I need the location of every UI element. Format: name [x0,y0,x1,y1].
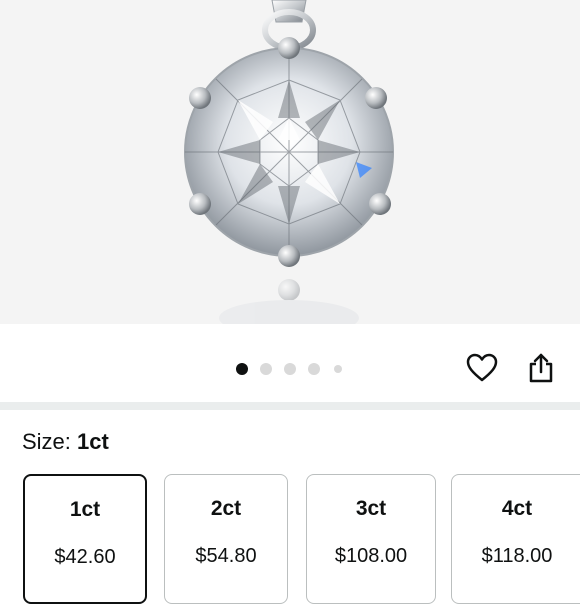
product-image[interactable] [0,0,580,324]
size-label-text: Size: [22,429,71,454]
size-option-2ct[interactable]: 2ct $54.80 [164,474,288,604]
pagination-dot-3[interactable] [284,363,296,375]
wishlist-button[interactable] [462,348,502,388]
section-divider [0,402,580,410]
pagination-dot-1[interactable] [236,363,248,375]
pagination-dot-4[interactable] [308,363,320,375]
share-button[interactable] [521,348,561,388]
selected-size-value: 1ct [77,429,109,454]
size-option-name: 3ct [355,497,387,520]
size-option-name: 2ct [210,497,242,520]
size-option-1ct[interactable]: 1ct $42.60 [23,474,147,604]
size-option-name: 1ct [69,498,101,521]
size-option-price: $108.00 [334,545,408,567]
image-controls [0,324,580,402]
share-icon [529,353,553,383]
size-label: Size: 1ct [22,429,109,455]
pagination-dot-2[interactable] [260,363,272,375]
pagination-dot-5[interactable] [334,365,342,373]
diamond-pendant-image [184,0,394,324]
size-option-price: $118.00 [481,545,553,567]
size-option-name: 4ct [501,497,533,520]
heart-icon [466,353,498,382]
size-option-price: $42.60 [54,546,116,568]
size-option-price: $54.80 [195,545,257,567]
size-option-4ct[interactable]: 4ct $118.00 [451,474,580,604]
size-option-3ct[interactable]: 3ct $108.00 [306,474,436,604]
